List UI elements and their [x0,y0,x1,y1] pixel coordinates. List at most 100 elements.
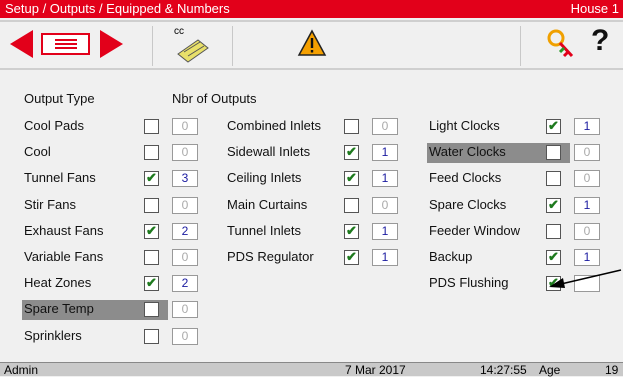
output-checkbox[interactable] [144,250,159,265]
output-checkbox[interactable]: ✔ [344,249,359,265]
output-label: Light Clocks [429,118,500,133]
title-bar: Setup / Outputs / Equipped & Numbers Hou… [0,0,623,18]
toolbar-separator [232,26,233,66]
toolbar-separator [520,26,521,66]
cc-icon[interactable]: cc [170,26,214,66]
help-button[interactable]: ? [591,24,609,58]
output-label: Variable Fans [24,249,104,264]
key-icon[interactable] [546,28,576,65]
output-label: Feed Clocks [429,170,502,186]
output-count-field[interactable]: 0 [372,196,398,214]
checkmark-icon: ✔ [346,144,357,160]
output-checkbox[interactable]: ✔ [546,196,561,213]
output-checkbox[interactable]: ✔ [546,249,561,265]
checkmark-icon: ✔ [548,196,559,212]
output-checkbox[interactable] [546,223,561,239]
output-label: Heat Zones [24,275,92,291]
output-label: Tunnel Fans [24,170,96,186]
output-count-field[interactable]: 1 [574,196,600,214]
output-label: Stir Fans [24,196,77,212]
output-checkbox[interactable] [144,145,159,161]
output-checkbox[interactable] [546,145,561,161]
output-checkbox[interactable]: ✔ [344,144,359,161]
checkmark-icon: ✔ [548,118,559,133]
output-checkbox[interactable]: ✔ [144,170,159,187]
warning-icon[interactable] [297,29,327,62]
output-checkbox[interactable] [144,197,159,213]
checkmark-icon: ✔ [146,170,157,186]
status-bar: Admin 7 Mar 2017 14:27:55 Age 19 [0,362,623,377]
toolbar-top-divider [0,20,623,22]
output-label: Combined Inlets [227,118,321,133]
output-count-field[interactable]: 0 [372,118,398,135]
left-arrow-icon[interactable] [10,30,33,58]
output-label: Spare Clocks [429,196,507,212]
output-count-field[interactable]: 0 [574,144,600,162]
status-user: Admin [4,363,39,377]
output-count-field[interactable]: 3 [172,170,198,188]
output-checkbox[interactable] [344,119,359,134]
output-count-field[interactable]: 2 [172,275,198,293]
output-checkbox[interactable]: ✔ [344,222,359,239]
output-checkbox[interactable]: ✔ [546,118,561,134]
checkmark-icon: ✔ [548,249,559,264]
output-count-field[interactable]: 1 [372,249,398,266]
status-age-value: 19 [605,363,619,377]
list-icon[interactable] [41,33,90,55]
output-label: Cool [24,144,51,160]
status-time: 14:27:55 [480,363,527,377]
output-label: Main Curtains [227,196,308,212]
pointer-arrow-icon [549,269,622,288]
help-label: ? [591,24,610,57]
output-count-field[interactable]: 1 [372,170,398,188]
output-label: PDS Flushing [429,275,509,291]
output-count-field[interactable]: 1 [574,118,600,135]
output-label: Feeder Window [429,222,521,238]
output-label: Spare Temp [24,301,94,317]
right-arrow-icon[interactable] [100,30,123,58]
output-checkbox[interactable]: ✔ [344,170,359,187]
output-count-field[interactable]: 0 [574,170,600,188]
header-output-type: Output Type [24,91,95,106]
output-count-field[interactable]: 0 [172,301,198,319]
output-count-field[interactable]: 1 [372,222,398,240]
output-checkbox[interactable] [144,119,159,134]
output-checkbox[interactable] [546,171,561,187]
house-label: House 1 [570,1,619,16]
checkmark-icon: ✔ [346,170,357,186]
output-count-field[interactable]: 0 [172,196,198,214]
output-count-field[interactable]: 0 [574,222,600,240]
status-date: 7 Mar 2017 [345,363,406,377]
status-age-label: Age [539,363,561,377]
toolbar-bottom-divider [0,68,623,70]
output-label: Sidewall Inlets [227,144,311,160]
output-checkbox[interactable]: ✔ [144,222,159,239]
checkmark-icon: ✔ [146,275,157,291]
checkmark-icon: ✔ [346,222,357,238]
output-count-field[interactable]: 0 [172,249,198,266]
window: Setup / Outputs / Equipped & Numbers Hou… [0,0,623,377]
output-count-field[interactable]: 1 [372,144,398,162]
checkmark-icon: ✔ [346,249,357,264]
output-label: Backup [429,249,473,264]
output-label: Ceiling Inlets [227,170,302,186]
output-checkbox[interactable] [344,197,359,213]
output-label: Tunnel Inlets [227,222,301,238]
output-label: Cool Pads [24,118,84,133]
toolbar-separator [152,26,153,66]
output-label: Sprinklers [24,327,82,343]
output-checkbox[interactable] [144,302,159,318]
output-checkbox[interactable] [144,328,159,344]
output-count-field[interactable]: 2 [172,222,198,240]
output-label: PDS Regulator [227,249,314,264]
output-count-field[interactable]: 0 [172,118,198,135]
page-title: Setup / Outputs / Equipped & Numbers [5,1,230,16]
checkmark-icon: ✔ [146,222,157,238]
header-nbr-outputs: Nbr of Outputs [172,91,257,106]
output-label: Water Clocks [429,144,506,160]
output-count-field[interactable]: 0 [172,144,198,162]
output-checkbox[interactable]: ✔ [144,275,159,292]
output-count-field[interactable]: 0 [172,327,198,345]
output-count-field[interactable]: 1 [574,249,600,266]
output-label: Exhaust Fans [24,222,104,238]
